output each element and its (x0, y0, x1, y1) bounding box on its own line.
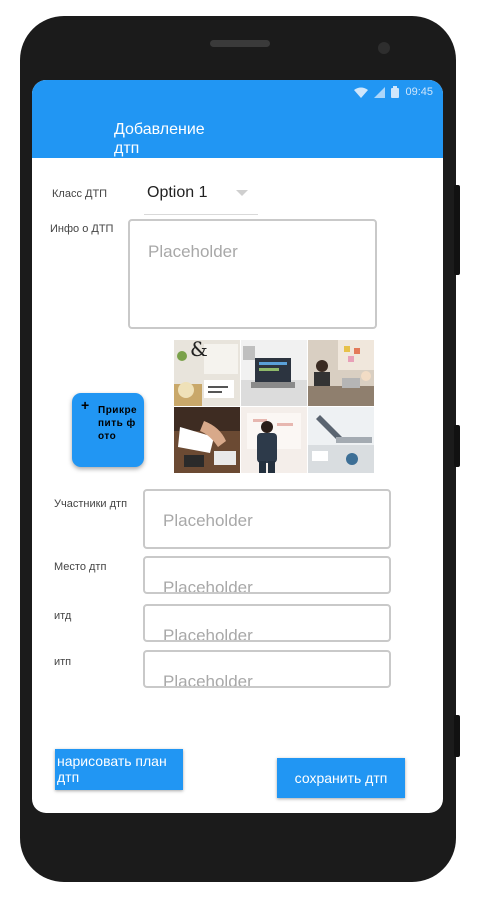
etc1-placeholder: Placeholder (163, 626, 253, 642)
photo-writing-hands[interactable] (174, 407, 240, 473)
photo-icon (241, 340, 307, 406)
save-button[interactable]: сохранить дтп (277, 758, 405, 798)
draw-plan-label: нарисовать план дтп (57, 753, 167, 785)
side-button (454, 715, 460, 757)
photo-icon (241, 407, 307, 473)
app-screen: 09:45 Добавление дтп Класс ДТП Option 1 … (32, 80, 443, 813)
etc2-placeholder: Placeholder (163, 672, 253, 688)
etc1-label: итд (54, 610, 72, 622)
plus-icon: + (81, 397, 90, 413)
chevron-down-icon (236, 190, 248, 196)
place-field[interactable]: Placeholder (143, 556, 391, 594)
participants-field[interactable]: Placeholder (143, 489, 391, 549)
photo-icon (308, 407, 374, 473)
app-bar: 09:45 Добавление дтп (32, 80, 443, 158)
photo-laptop-screen[interactable] (241, 340, 307, 406)
participants-placeholder: Placeholder (163, 511, 253, 530)
page-title: Добавление дтп (114, 121, 205, 157)
save-label: сохранить дтп (294, 770, 388, 786)
power-button (454, 425, 460, 467)
info-textarea[interactable]: Placeholder (128, 219, 377, 329)
photo-desk-ampersand[interactable]: & (174, 340, 240, 406)
attach-photo-label: Прикрепить фото (98, 405, 138, 442)
photo-laptop-desk[interactable] (308, 407, 374, 473)
class-dropdown-value: Option 1 (147, 184, 208, 201)
place-placeholder: Placeholder (163, 578, 253, 594)
wifi-icon (354, 87, 369, 98)
battery-icon (391, 86, 400, 98)
info-placeholder: Placeholder (148, 242, 238, 261)
etc1-field[interactable]: Placeholder (143, 604, 391, 642)
etc2-label: итп (54, 656, 72, 668)
place-label: Место дтп (54, 561, 107, 573)
class-label: Класс ДТП (52, 188, 108, 200)
photo-whiteboard-man[interactable] (241, 407, 307, 473)
signal-icon (374, 86, 386, 98)
class-dropdown[interactable]: Option 1 (144, 180, 258, 215)
front-camera (378, 42, 390, 54)
photo-icon (174, 407, 240, 473)
status-bar: 09:45 (354, 85, 433, 99)
attach-photo-button[interactable]: + Прикрепить фото (72, 393, 144, 467)
status-time: 09:45 (405, 86, 433, 98)
svg-text:&: & (190, 340, 208, 361)
volume-button (454, 185, 460, 275)
photo-icon: & (174, 340, 240, 406)
info-label: Инфо о ДТП (50, 223, 114, 235)
photo-icon (308, 340, 374, 406)
photo-office-meeting[interactable] (308, 340, 374, 406)
etc2-field[interactable]: Placeholder (143, 650, 391, 688)
participants-label: Участники дтп (54, 498, 128, 510)
draw-plan-button[interactable]: нарисовать план дтп (55, 749, 183, 790)
speaker-grille (210, 40, 270, 47)
